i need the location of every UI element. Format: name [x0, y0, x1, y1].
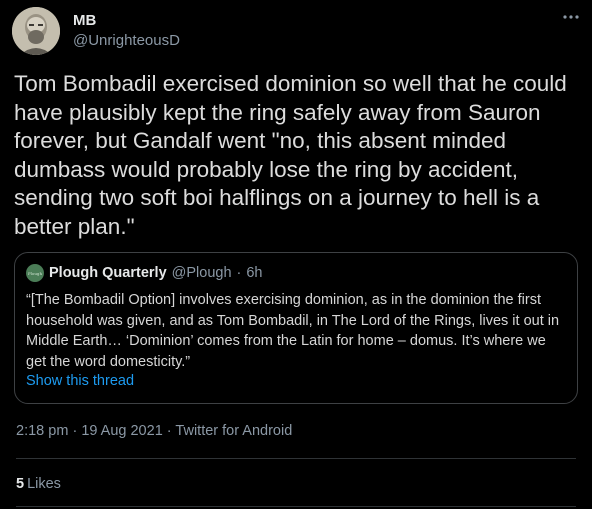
likes-link[interactable]: 5 Likes	[16, 476, 61, 492]
tweet-meta: 2:18 pm · 19 Aug 2021 · Twitter for Andr…	[16, 423, 292, 439]
quoted-tweet-header: Plough Plough Quarterly @Plough · 6h	[26, 264, 263, 282]
show-thread-link[interactable]: Show this thread	[26, 373, 134, 389]
tweet-source[interactable]: Twitter for Android	[175, 423, 292, 439]
likes-label: Likes	[27, 476, 61, 492]
tweet-time[interactable]: 2:18 pm	[16, 423, 68, 439]
quoted-author-handle[interactable]: @Plough	[172, 265, 232, 281]
quoted-tweet-text: “[The Bombadil Option] involves exercisi…	[26, 292, 560, 370]
divider	[16, 458, 576, 459]
quoted-avatar-logo-text: Plough	[27, 270, 43, 276]
meta-separator: ·	[166, 423, 172, 439]
tweet-date[interactable]: 19 Aug 2021	[81, 423, 162, 439]
quoted-author-avatar[interactable]: Plough	[26, 264, 44, 282]
quoted-tweet[interactable]: Plough Plough Quarterly @Plough · 6h “[T…	[14, 252, 578, 404]
more-horizontal-icon[interactable]	[558, 6, 584, 28]
quoted-separator: ·	[236, 265, 242, 281]
tweet-text: Tom Bombadil exercised dominion so well …	[14, 71, 567, 239]
author-handle[interactable]: @UnrighteousD	[73, 32, 180, 49]
author-avatar[interactable]	[12, 7, 60, 55]
quoted-timestamp[interactable]: 6h	[246, 265, 262, 281]
meta-separator: ·	[72, 423, 78, 439]
likes-count: 5	[16, 476, 25, 492]
quoted-author-name[interactable]: Plough Quarterly	[49, 265, 167, 281]
divider	[16, 506, 576, 507]
author-name[interactable]: MB	[73, 12, 96, 29]
